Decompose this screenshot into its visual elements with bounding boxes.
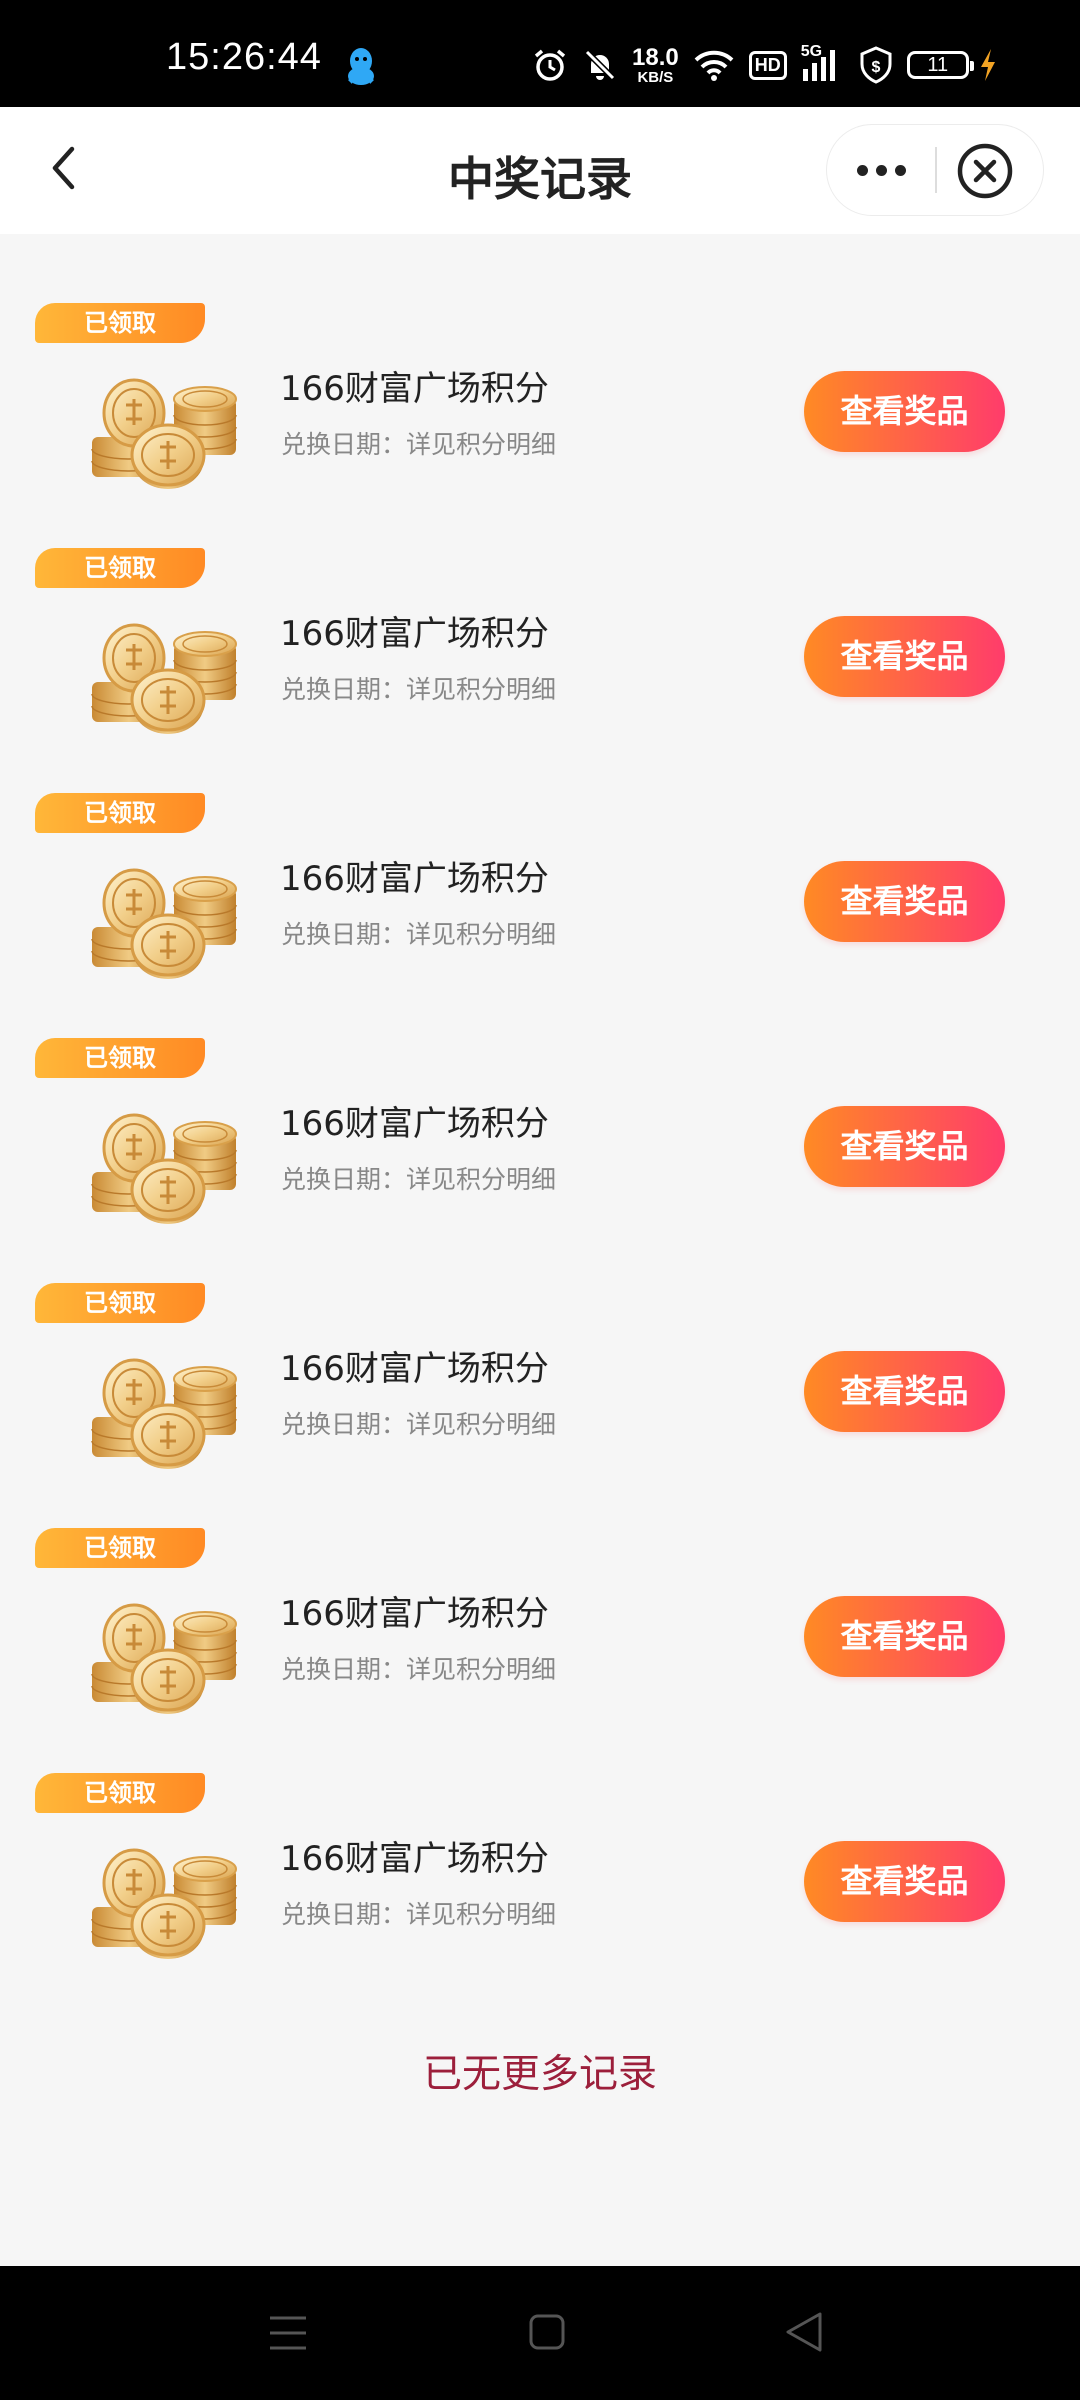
record-subtitle: 兑换日期：详见积分明细 [281, 1655, 557, 1684]
record-item: 已领取 166财富广场积分 兑换日期：详见积分明细 查看奖品 [0, 1528, 1080, 1773]
wifi-icon [694, 50, 734, 81]
net-speed: 18.0 KB/S [632, 43, 679, 86]
coins-icon [88, 608, 242, 740]
view-prize-button[interactable]: 查看奖品 [804, 1596, 1005, 1677]
record-title: 166财富广场积分 [280, 369, 549, 409]
record-title: 166财富广场积分 [280, 614, 549, 654]
menu-icon[interactable] [268, 2314, 308, 2352]
net-speed-unit: KB/S [637, 68, 674, 86]
record-subtitle: 兑换日期：详见积分明细 [281, 675, 557, 704]
view-prize-button[interactable]: 查看奖品 [804, 371, 1005, 452]
more-dots-icon [856, 164, 906, 176]
record-subtitle: 兑换日期：详见积分明细 [281, 1165, 557, 1194]
alarm-icon [534, 49, 566, 81]
battery-level: 11 [927, 53, 949, 76]
view-prize-button[interactable]: 查看奖品 [804, 616, 1005, 697]
nav-header: 中奖记录 [0, 107, 1080, 234]
record-subtitle: 兑换日期：详见积分明细 [281, 920, 557, 949]
claimed-badge: 已领取 [35, 1038, 205, 1078]
record-item: 已领取 166财富广场积分 兑换日期：详见积分明细 查看奖品 [0, 1773, 1080, 2018]
record-list: 已领取 166财富广场积分 兑换日期：详见积分明细 查看奖品 已领取 166财富… [0, 303, 1080, 2018]
svg-text:$: $ [871, 59, 880, 76]
record-item: 已领取 166财富广场积分 兑换日期：详见积分明细 查看奖品 [0, 548, 1080, 793]
claimed-badge: 已领取 [35, 303, 205, 343]
record-title: 166财富广场积分 [280, 1104, 549, 1144]
capsule-divider [935, 147, 937, 193]
status-bar: 15:26:44 18.0 KB/S HD 5G $ 11 [0, 0, 1080, 107]
home-square-icon[interactable] [528, 2313, 566, 2351]
shield-dollar-icon: $ [860, 46, 892, 84]
qq-icon [348, 48, 374, 85]
mini-program-capsule [826, 124, 1044, 216]
coins-icon [88, 1098, 242, 1230]
charging-icon [980, 49, 995, 81]
coins-icon [88, 853, 242, 985]
claimed-badge: 已领取 [35, 793, 205, 833]
record-item: 已领取 166财富广场积分 兑换日期：详见积分明细 查看奖品 [0, 1283, 1080, 1528]
record-title: 166财富广场积分 [280, 859, 549, 899]
record-item: 已领取 166财富广场积分 兑换日期：详见积分明细 查看奖品 [0, 1038, 1080, 1283]
back-triangle-icon[interactable] [784, 2310, 824, 2354]
close-circle-icon[interactable] [955, 141, 1015, 201]
claimed-badge: 已领取 [35, 1528, 205, 1568]
coins-icon [88, 363, 242, 495]
claimed-badge: 已领取 [35, 1283, 205, 1323]
claimed-badge: 已领取 [35, 548, 205, 588]
status-time: 15:26:44 [166, 36, 322, 78]
record-title: 166财富广场积分 [280, 1839, 549, 1879]
record-title: 166财富广场积分 [280, 1594, 549, 1634]
net-speed-value: 18.0 [632, 43, 679, 71]
battery-icon: 11 [906, 51, 974, 79]
record-subtitle: 兑换日期：详见积分明细 [281, 1410, 557, 1439]
more-button[interactable] [827, 125, 935, 215]
record-title: 166财富广场积分 [280, 1349, 549, 1389]
record-item: 已领取 166财富广场积分 兑换日期：详见积分明细 查看奖品 [0, 303, 1080, 548]
hd-icon: HD [748, 50, 787, 80]
view-prize-button[interactable]: 查看奖品 [804, 1841, 1005, 1922]
record-item: 已领取 166财富广场积分 兑换日期：详见积分明细 查看奖品 [0, 793, 1080, 1038]
coins-icon [88, 1833, 242, 1965]
no-more-records-text: 已无更多记录 [422, 2052, 657, 2097]
coins-icon [88, 1343, 242, 1475]
system-nav-bar [0, 2266, 1080, 2400]
coins-icon [88, 1588, 242, 1720]
view-prize-button[interactable]: 查看奖品 [804, 1106, 1005, 1187]
view-prize-button[interactable]: 查看奖品 [804, 1351, 1005, 1432]
record-subtitle: 兑换日期：详见积分明细 [281, 430, 557, 459]
record-subtitle: 兑换日期：详见积分明细 [281, 1900, 557, 1929]
claimed-badge: 已领取 [35, 1773, 205, 1813]
mute-icon [584, 49, 616, 81]
signal-icon: 5G [801, 43, 845, 83]
view-prize-button[interactable]: 查看奖品 [804, 861, 1005, 942]
